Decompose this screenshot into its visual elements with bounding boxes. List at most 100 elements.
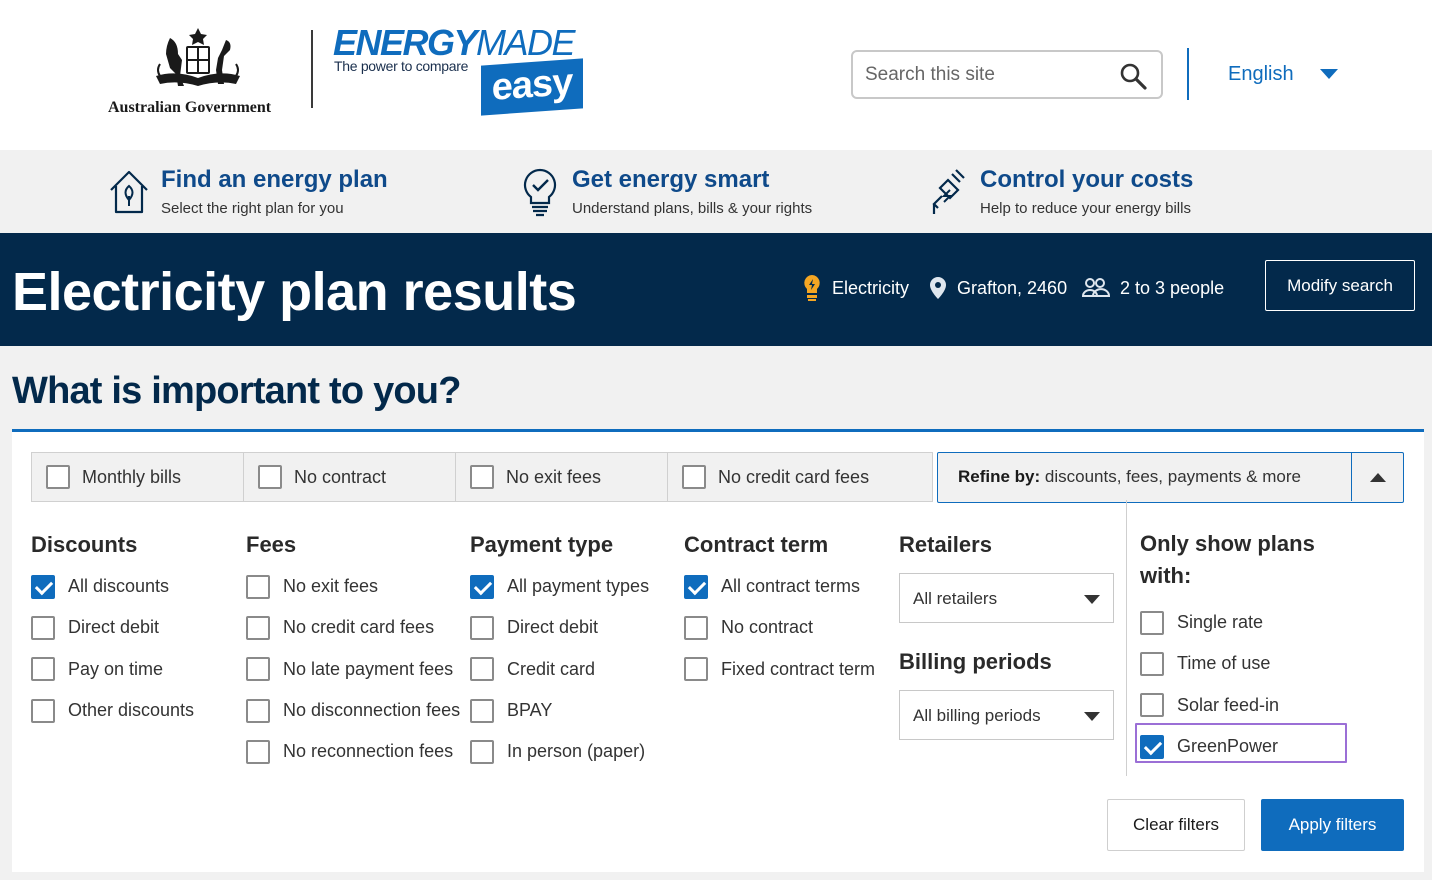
clear-filters-button[interactable]: Clear filters — [1107, 799, 1245, 851]
option-label: Other discounts — [68, 700, 195, 721]
brand-tagline: The power to compare — [334, 58, 469, 74]
quick-filter-label: Monthly bills — [82, 466, 182, 487]
option-direct-debit[interactable]: Direct debit — [470, 607, 649, 648]
option-fixed-contract-term[interactable]: Fixed contract term — [684, 649, 875, 690]
option-no-reconnection-fees[interactable]: No reconnection fees — [246, 731, 460, 772]
greenpower-focus-outline — [1135, 723, 1347, 763]
checkbox[interactable] — [246, 698, 270, 723]
language-select[interactable]: English — [1228, 58, 1338, 90]
checkbox[interactable] — [470, 698, 494, 723]
people-icon — [1082, 278, 1110, 297]
option-no-credit-card-fees[interactable]: No credit card fees — [246, 607, 460, 648]
option-pay-on-time[interactable]: Pay on time — [31, 649, 194, 690]
checkbox[interactable] — [470, 657, 494, 682]
option-no-exit-fees[interactable]: No exit fees — [246, 566, 460, 607]
refine-toggle-button[interactable]: Refine by: discounts, fees, payments & m… — [937, 452, 1404, 503]
quick-filter-no-credit-card-fees[interactable]: No credit card fees — [668, 453, 932, 501]
quick-filter-no-exit-fees[interactable]: No exit fees — [456, 453, 668, 501]
refine-detail: discounts, fees, payments & more — [1040, 467, 1301, 486]
modify-search-button[interactable]: Modify search — [1265, 260, 1415, 311]
nav-get-energy-smart[interactable]: Get energy smart Understand plans, bills… — [518, 164, 838, 220]
group-title: Discounts — [31, 532, 138, 557]
nav-control-your-costs[interactable]: Control your costs Help to reduce your e… — [926, 164, 1256, 220]
nav-find-energy-plan[interactable]: Find an energy plan Select the right pla… — [107, 164, 427, 220]
search-input[interactable] — [865, 52, 1115, 97]
checkbox[interactable] — [682, 465, 706, 489]
billing-periods-title: Billing periods — [899, 649, 1052, 674]
option-label: No credit card fees — [283, 617, 435, 638]
retailers-select[interactable]: All retailers — [899, 573, 1114, 623]
billing-periods-select[interactable]: All billing periods — [899, 690, 1114, 740]
checkbox[interactable] — [1140, 693, 1164, 718]
checkbox[interactable] — [31, 615, 55, 640]
contract-term-group: Contract term All contract terms No cont… — [684, 524, 875, 690]
quick-filter-label: No contract — [294, 466, 387, 487]
option-all-contract-terms[interactable]: All contract terms — [684, 566, 875, 607]
search-icon[interactable] — [1119, 62, 1147, 90]
option-direct-debit[interactable]: Direct debit — [31, 607, 194, 648]
checkbox[interactable] — [31, 657, 55, 682]
checkbox[interactable] — [470, 465, 494, 489]
lightbulb-check-icon — [523, 168, 557, 217]
option-all-discounts[interactable]: All discounts — [31, 566, 194, 607]
checkbox[interactable] — [1140, 651, 1164, 676]
retailers-billing-group: Retailers All retailers Billing periods … — [899, 524, 1115, 740]
option-all-payment-types[interactable]: All payment types — [470, 566, 649, 607]
group-title: Only show plans with: — [1140, 531, 1315, 588]
payment-type-group: Payment type All payment types Direct de… — [470, 524, 649, 772]
option-time-of-use[interactable]: Time of use — [1140, 643, 1350, 684]
quick-filter-label: No exit fees — [506, 466, 602, 487]
page-title: Electricity plan results — [12, 262, 577, 322]
fees-group: Fees No exit fees No credit card fees No… — [246, 524, 460, 772]
checkbox[interactable] — [470, 574, 494, 599]
filters-title: What is important to you? — [12, 370, 461, 412]
apply-filters-button[interactable]: Apply filters — [1261, 799, 1404, 851]
checkbox[interactable] — [246, 574, 270, 599]
option-solar-feed-in[interactable]: Solar feed-in — [1140, 685, 1350, 726]
plug-bolt-icon — [932, 169, 965, 214]
checkbox[interactable] — [1140, 610, 1164, 635]
quick-filter-label: No credit card fees — [718, 466, 870, 487]
checkbox[interactable] — [684, 657, 708, 682]
option-no-late-payment-fees[interactable]: No late payment fees — [246, 649, 460, 690]
checkbox[interactable] — [31, 698, 55, 723]
group-title: Payment type — [470, 532, 614, 557]
checkbox[interactable] — [246, 739, 270, 764]
option-label: In person (paper) — [507, 741, 646, 762]
checkbox[interactable] — [470, 615, 494, 640]
quick-filter-monthly-bills[interactable]: Monthly bills — [32, 453, 244, 501]
quick-filters: Monthly bills No contract No exit fees N… — [31, 452, 933, 502]
checkbox[interactable] — [258, 465, 282, 489]
checkbox[interactable] — [31, 574, 55, 599]
option-label: Fixed contract term — [721, 658, 876, 679]
caret-down-icon — [1319, 69, 1338, 79]
fuel-label: Electricity — [832, 277, 910, 298]
caret-down-icon — [1084, 595, 1100, 604]
option-in-person-paper[interactable]: In person (paper) — [470, 731, 649, 772]
group-title: Contract term — [684, 532, 829, 557]
australian-government-logo[interactable]: Australian Government — [108, 24, 288, 120]
main-nav: Find an energy plan Select the right pla… — [0, 150, 1432, 233]
collapse-toggle[interactable] — [1351, 453, 1403, 501]
nav-subtitle: Select the right plan for you — [161, 200, 344, 217]
nav-subtitle: Help to reduce your energy bills — [980, 200, 1191, 217]
site-header: Australian Government ENERGYMADE The pow… — [0, 0, 1432, 150]
results-banner: Electricity plan results Electricity Gra… — [0, 233, 1432, 346]
energy-made-easy-logo[interactable]: ENERGYMADE The power to compare easy — [333, 22, 585, 116]
checkbox[interactable] — [470, 739, 494, 764]
option-no-contract[interactable]: No contract — [684, 607, 875, 648]
checkbox[interactable] — [246, 615, 270, 640]
quick-filter-no-contract[interactable]: No contract — [244, 453, 456, 501]
checkbox[interactable] — [46, 465, 70, 489]
option-credit-card[interactable]: Credit card — [470, 649, 649, 690]
option-other-discounts[interactable]: Other discounts — [31, 690, 194, 731]
checkbox[interactable] — [246, 657, 270, 682]
option-no-disconnection-fees[interactable]: No disconnection fees — [246, 690, 460, 731]
option-single-rate[interactable]: Single rate — [1140, 602, 1350, 643]
household-size: 2 to 3 people — [1082, 273, 1224, 303]
checkbox[interactable] — [684, 574, 708, 599]
checkbox[interactable] — [684, 615, 708, 640]
option-bpay[interactable]: BPAY — [470, 690, 649, 731]
nav-title: Find an energy plan — [161, 166, 388, 193]
option-label: Time of use — [1177, 653, 1271, 674]
